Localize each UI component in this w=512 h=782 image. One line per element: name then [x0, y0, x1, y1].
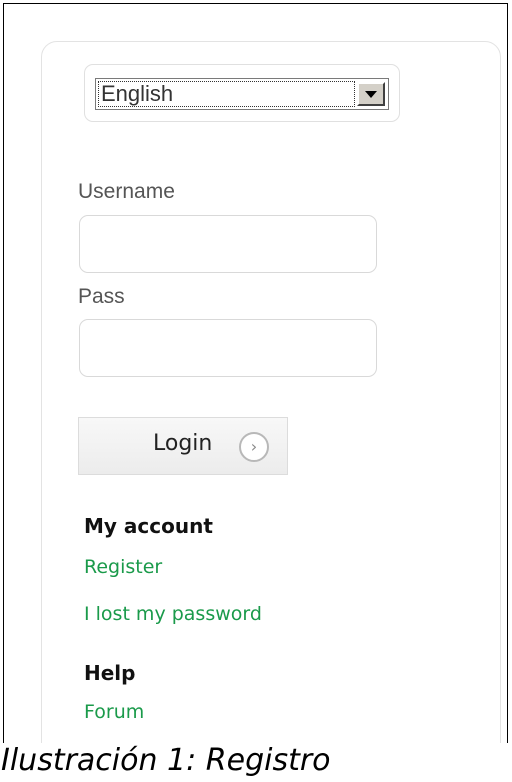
forum-link[interactable]: Forum — [84, 701, 144, 723]
figure-caption: Ilustración 1: Registro — [1, 743, 331, 778]
login-panel — [41, 41, 501, 743]
username-label: Username — [78, 180, 175, 203]
login-button[interactable]: Login › — [78, 417, 288, 475]
pass-label: Pass — [78, 285, 125, 308]
language-select-wrapper: English — [84, 64, 400, 122]
language-select-value: English — [98, 81, 355, 107]
dropdown-arrow-icon[interactable] — [357, 82, 385, 106]
arrow-right-icon: › — [239, 432, 269, 462]
login-button-label: Login — [153, 431, 213, 456]
help-heading: Help — [84, 661, 136, 685]
screenshot-frame: English Username Pass Login › My account… — [3, 3, 508, 743]
my-account-heading: My account — [84, 514, 213, 538]
username-input[interactable] — [79, 215, 377, 273]
password-input[interactable] — [79, 319, 377, 377]
language-select[interactable]: English — [95, 78, 389, 110]
register-link[interactable]: Register — [84, 556, 162, 578]
lost-password-link[interactable]: I lost my password — [84, 603, 262, 625]
